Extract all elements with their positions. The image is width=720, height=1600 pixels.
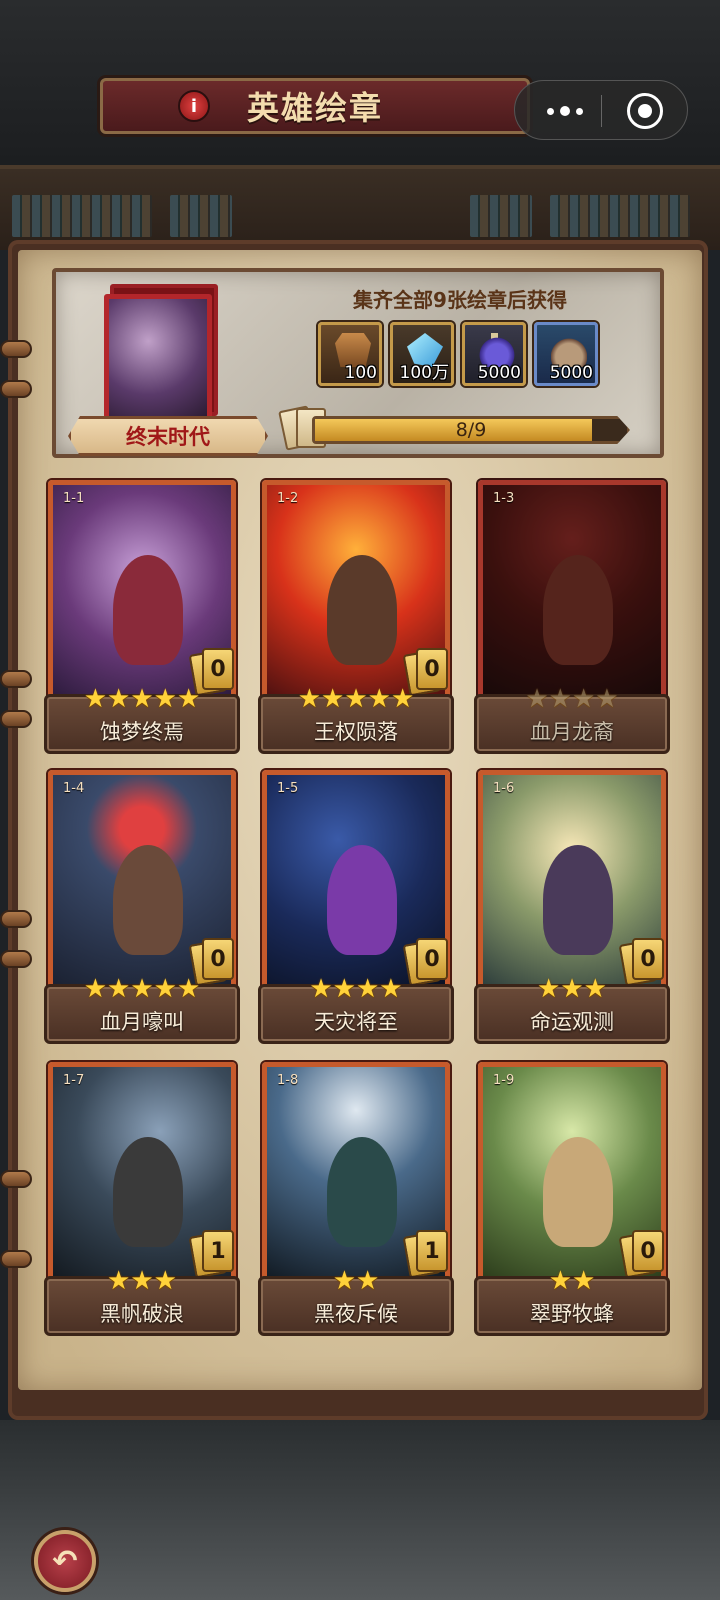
card-number: 1-2 (277, 491, 299, 506)
potion-icon (479, 333, 515, 367)
binder-ring (0, 1250, 32, 1268)
reward-qty: 5000 (549, 363, 593, 383)
card-name: 蚀梦终焉 (100, 720, 184, 744)
card-stars: ★★★ (537, 974, 607, 1004)
card-figure (543, 845, 613, 955)
hero-card[interactable]: 1-6 0 ★★★ 命运观测 (474, 770, 670, 1050)
reward-item-crystal[interactable]: 100万 (390, 322, 454, 386)
card-figure (327, 845, 397, 955)
bottom-floor (0, 1420, 720, 1600)
hero-card[interactable]: 1-5 0 ★★★★ 天灾将至 (258, 770, 454, 1050)
set-cover-image[interactable] (100, 284, 230, 424)
binder-ring (0, 1170, 32, 1188)
shelf-books (470, 195, 532, 237)
reward-title: 集齐全部9张绘章后获得 (353, 288, 567, 312)
shelf-books (12, 195, 152, 237)
card-name: 天灾将至 (314, 1010, 398, 1034)
hero-card[interactable]: 1-8 1 ★★ 黑夜斥候 (258, 1062, 454, 1342)
card-number: 1-1 (63, 491, 85, 506)
card-figure (543, 1137, 613, 1247)
card-stars: ★★ (548, 1266, 596, 1296)
card-name: 黑帆破浪 (100, 1302, 184, 1326)
capsule-divider (601, 95, 602, 127)
card-name: 血月嚎叫 (100, 1010, 184, 1034)
reward-qty: 100 (344, 363, 377, 383)
set-cover-front (104, 294, 212, 424)
info-icon[interactable]: i (178, 90, 210, 122)
card-number: 1-4 (63, 781, 85, 796)
card-number: 1-9 (493, 1073, 515, 1088)
card-figure (113, 1137, 183, 1247)
card-stars: ★★★ (107, 1266, 177, 1296)
binder-ring (0, 340, 32, 358)
card-number: 1-3 (493, 491, 515, 506)
reward-item-armor[interactable]: 100 (318, 322, 382, 386)
binder-ring (0, 950, 32, 968)
armor-icon (335, 333, 371, 367)
hero-card[interactable]: 1-1 0 ★★★★★ 蚀梦终焉 (44, 480, 240, 760)
card-number: 1-7 (63, 1073, 85, 1088)
hero-card[interactable]: 1-3 ★★★★ 血月龙裔 (474, 480, 670, 760)
binder-ring (0, 710, 32, 728)
progress-text: 8/9 (455, 419, 487, 441)
card-stars: ★★ (332, 1266, 380, 1296)
miniprogram-capsule (514, 80, 688, 140)
card-name: 命运观测 (530, 1010, 614, 1034)
hero-card[interactable]: 1-7 1 ★★★ 黑帆破浪 (44, 1062, 240, 1342)
card-figure (327, 555, 397, 665)
card-name: 翠野牧蜂 (530, 1302, 614, 1326)
binder-ring (0, 380, 32, 398)
page-title: 英雄绘章 (246, 89, 383, 127)
hero-card[interactable]: 1-2 0 ★★★★★ 王权陨落 (258, 480, 454, 760)
card-number: 1-5 (277, 781, 299, 796)
card-stars: ★★★★ (525, 684, 619, 714)
hero-card[interactable]: 1-4 0 ★★★★★ 血月嚎叫 (44, 770, 240, 1050)
reward-qty: 100万 (399, 363, 449, 383)
hero-card[interactable]: 1-9 0 ★★ 翠野牧蜂 (474, 1062, 670, 1342)
shelf-books (170, 195, 232, 237)
card-locked-shade (483, 485, 661, 700)
card-name: 黑夜斥候 (314, 1302, 398, 1326)
card-number: 1-8 (277, 1073, 299, 1088)
reward-item-potion[interactable]: 5000 (462, 322, 526, 386)
reward-qty: 5000 (477, 363, 521, 383)
binder-ring (0, 910, 32, 928)
collection-progress-bar: 8/9 (312, 416, 630, 444)
shelf-books (550, 195, 690, 237)
set-name-label: 终末时代 (68, 416, 268, 456)
title-banner: 英雄绘章 (100, 78, 530, 134)
card-stars: ★★★★★ (83, 974, 201, 1004)
more-dots-icon[interactable] (533, 81, 597, 141)
card-stars: ★★★★ (309, 974, 403, 1004)
card-number: 1-6 (493, 781, 515, 796)
card-figure (327, 1137, 397, 1247)
ore-icon (551, 333, 587, 367)
back-arrow-icon[interactable]: ↶ (34, 1530, 96, 1592)
card-name: 王权陨落 (314, 720, 398, 744)
card-figure (113, 555, 183, 665)
card-name: 血月龙裔 (530, 720, 614, 744)
card-figure (113, 845, 183, 955)
binder-ring (0, 670, 32, 688)
target-icon[interactable] (627, 93, 663, 129)
card-frame: 1-3 (478, 480, 666, 705)
card-stars: ★★★★★ (83, 684, 201, 714)
reward-item-ore[interactable]: 5000 (534, 322, 598, 386)
card-stars: ★★★★★ (297, 684, 415, 714)
